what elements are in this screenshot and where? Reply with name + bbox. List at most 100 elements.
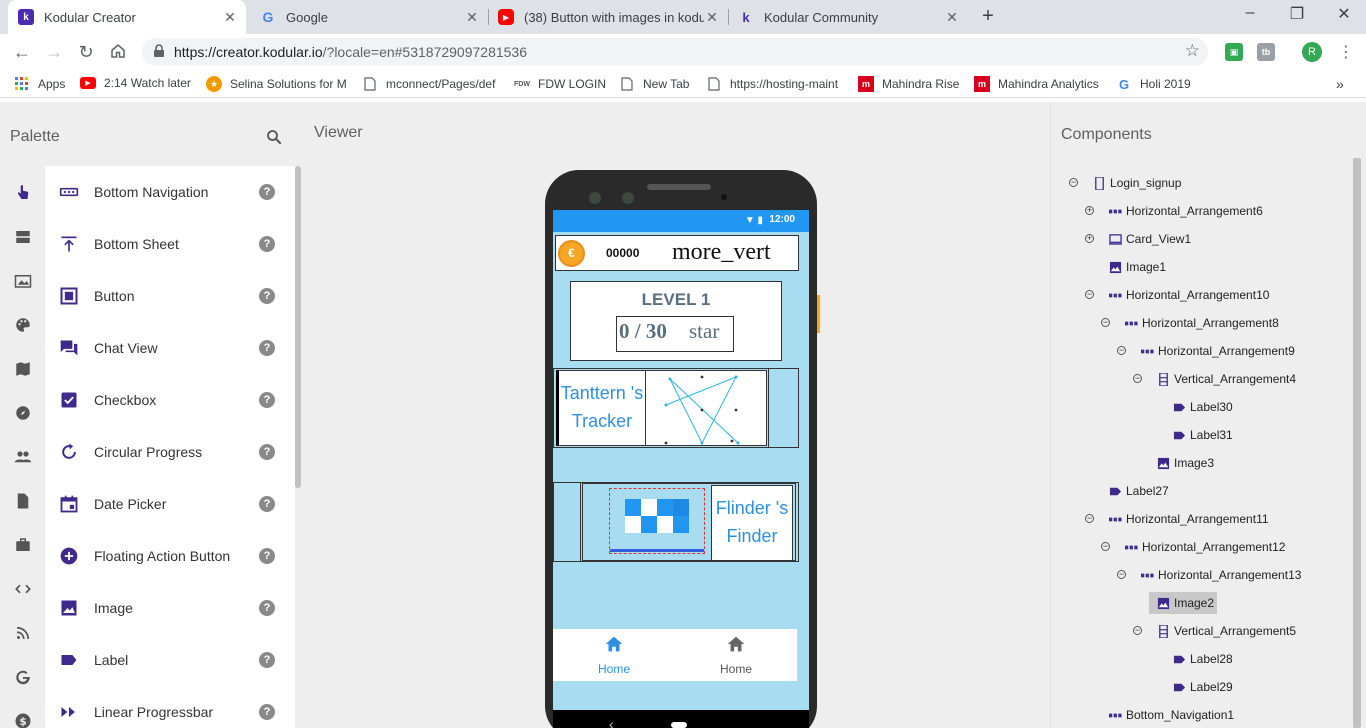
forward-arrow-icon[interactable]: → (44, 42, 64, 62)
bookmark-star-icon[interactable]: ☆ (1185, 41, 1200, 61)
close-tab-icon[interactable]: ✕ (464, 9, 480, 26)
help-icon[interactable]: ? (259, 652, 275, 668)
bookmark-mconnect[interactable]: mconnect/Pages/def (362, 76, 500, 92)
components-scrollbar[interactable] (1353, 158, 1361, 728)
tree-node-image1[interactable]: Image1 (1109, 256, 1166, 278)
google-g-icon[interactable] (14, 668, 32, 686)
collapse-toggle-icon[interactable]: − (1085, 514, 1094, 523)
tree-node-horizontal-arrangement11[interactable]: Horizontal_Arrangement11 (1109, 508, 1269, 530)
tab-google[interactable]: G Google ✕ (250, 0, 488, 34)
palette-item-chat-view[interactable]: Chat View ? (45, 322, 295, 374)
finder-image-selected[interactable] (609, 488, 705, 554)
tree-node-horizontal-arrangement9[interactable]: Horizontal_Arrangement9 (1141, 340, 1295, 362)
briefcase-icon[interactable] (14, 536, 32, 554)
finder-inner-arrangement[interactable]: Flinder 's Finder (582, 483, 796, 561)
bookmarks-overflow-icon[interactable]: » (1336, 76, 1344, 92)
help-icon[interactable]: ? (259, 184, 275, 200)
close-tab-icon[interactable]: ✕ (704, 9, 720, 26)
finder-arrangement[interactable]: Flinder 's Finder (553, 482, 799, 562)
collapse-toggle-icon[interactable]: − (1117, 570, 1126, 579)
palette-paint-icon[interactable] (14, 316, 32, 334)
coin-icon[interactable]: € (558, 240, 585, 267)
tree-node-card-view1[interactable]: Card_View1 (1109, 228, 1191, 250)
close-tab-icon[interactable]: ✕ (944, 9, 960, 26)
tree-node-vertical-arrangement4[interactable]: Vertical_Arrangement4 (1157, 368, 1296, 390)
collapse-toggle-icon[interactable]: − (1101, 542, 1110, 551)
level-card-view[interactable]: LEVEL 1 0 / 30 star (570, 281, 782, 361)
profile-avatar[interactable]: R (1302, 42, 1322, 62)
touch-hand-icon[interactable] (14, 184, 32, 202)
palette-item-checkbox[interactable]: Checkbox ? (45, 374, 295, 426)
tab-kodular-creator[interactable]: k Kodular Creator ✕ (8, 0, 246, 34)
new-tab-button[interactable]: + (978, 6, 998, 26)
back-arrow-icon[interactable]: ← (12, 42, 32, 62)
tracker-arrangement[interactable]: Tanttern 's Tracker (553, 368, 799, 448)
collapse-toggle-icon[interactable]: − (1133, 626, 1142, 635)
bookmark-apps[interactable]: Apps (14, 76, 65, 92)
tree-node-label28[interactable]: Label28 (1173, 648, 1233, 670)
help-icon[interactable]: ? (259, 548, 275, 564)
palette-item-bottom-sheet[interactable]: Bottom Sheet ? (45, 218, 295, 270)
star-arrangement[interactable]: 0 / 30 star (616, 316, 734, 352)
tree-node-horizontal-arrangement10[interactable]: Horizontal_Arrangement10 (1109, 284, 1269, 306)
bookmark-mahindra-rise[interactable]: m Mahindra Rise (858, 76, 959, 92)
help-icon[interactable]: ? (259, 392, 275, 408)
palette-item-label[interactable]: Label ? (45, 634, 295, 686)
tree-node-image2[interactable]: Image2 (1149, 592, 1217, 614)
expand-toggle-icon[interactable]: + (1085, 234, 1094, 243)
system-home-pill[interactable] (671, 722, 687, 728)
coins-label[interactable]: 00000 (606, 246, 639, 260)
finder-label[interactable]: Flinder 's Finder (711, 485, 793, 561)
help-icon[interactable]: ? (259, 600, 275, 616)
tree-node-horizontal-arrangement6[interactable]: Horizontal_Arrangement6 (1109, 200, 1263, 222)
dollar-icon[interactable]: $ (14, 712, 32, 728)
tree-node-label30[interactable]: Label30 (1173, 396, 1233, 418)
collapse-toggle-icon[interactable]: − (1069, 178, 1078, 187)
tree-node-image3[interactable]: Image3 (1157, 452, 1214, 474)
tree-node-vertical-arrangement5[interactable]: Vertical_Arrangement5 (1157, 620, 1296, 642)
address-bar[interactable]: https://creator.kodular.io/?locale=en#53… (142, 38, 1208, 66)
help-icon[interactable]: ? (259, 288, 275, 304)
palette-scrollbar[interactable] (295, 166, 301, 488)
collapse-toggle-icon[interactable]: − (1117, 346, 1126, 355)
tree-node-horizontal-arrangement8[interactable]: Horizontal_Arrangement8 (1125, 312, 1279, 334)
home-icon[interactable] (108, 42, 128, 62)
compass-icon[interactable] (14, 404, 32, 422)
extension-icon[interactable]: ▣ (1225, 43, 1243, 61)
tree-node-horizontal-arrangement13[interactable]: Horizontal_Arrangement13 (1141, 564, 1301, 586)
more-vert-label[interactable]: more_vert (672, 239, 771, 266)
expand-toggle-icon[interactable]: + (1085, 206, 1094, 215)
collapse-toggle-icon[interactable]: − (1133, 374, 1142, 383)
file-icon[interactable] (14, 492, 32, 510)
search-icon[interactable] (265, 128, 283, 146)
reload-icon[interactable]: ↻ (76, 42, 96, 62)
code-icon[interactable] (14, 580, 32, 598)
palette-item-linear-progressbar[interactable]: Linear Progressbar ? (45, 686, 295, 728)
help-icon[interactable]: ? (259, 340, 275, 356)
palette-item-floating-action-button[interactable]: Floating Action Button ? (45, 530, 295, 582)
tree-node-label31[interactable]: Label31 (1173, 424, 1233, 446)
help-icon[interactable]: ? (259, 704, 275, 720)
help-icon[interactable]: ? (259, 496, 275, 512)
tab-youtube[interactable]: ▶ (38) Button with images in kodul... ✕ (488, 0, 728, 34)
layout-rows-icon[interactable] (14, 228, 32, 246)
minimize-icon[interactable]: – (1238, 4, 1262, 22)
nav-item-home-2[interactable]: Home (675, 629, 797, 681)
bookmark-new-tab[interactable]: New Tab (619, 76, 689, 92)
bookmark-fdw-login[interactable]: FDW FDW LOGIN (514, 76, 606, 92)
header-arrangement[interactable]: € 00000 more_vert (555, 235, 799, 271)
help-icon[interactable]: ? (259, 236, 275, 252)
media-photo-icon[interactable] (14, 272, 32, 290)
map-icon[interactable] (14, 360, 32, 378)
phone-screen[interactable]: ▼ ▮ 12:00 € 00000 more_vert LEVEL 1 0 / … (553, 210, 809, 728)
bookmark-watch-later[interactable]: ▶ 2:14 Watch later (80, 76, 191, 90)
selection-handle[interactable] (817, 295, 820, 333)
help-icon[interactable]: ? (259, 444, 275, 460)
tree-node-bottom-navigation1[interactable]: Bottom_Navigation1 (1109, 704, 1234, 726)
close-tab-icon[interactable]: ✕ (222, 9, 238, 26)
palette-item-date-picker[interactable]: Date Picker ? (45, 478, 295, 530)
extension-tb-icon[interactable]: tb (1257, 43, 1275, 61)
collapse-toggle-icon[interactable]: − (1085, 290, 1094, 299)
bookmark-holi[interactable]: G Holi 2019 (1116, 76, 1191, 92)
palette-item-circular-progress[interactable]: Circular Progress ? (45, 426, 295, 478)
